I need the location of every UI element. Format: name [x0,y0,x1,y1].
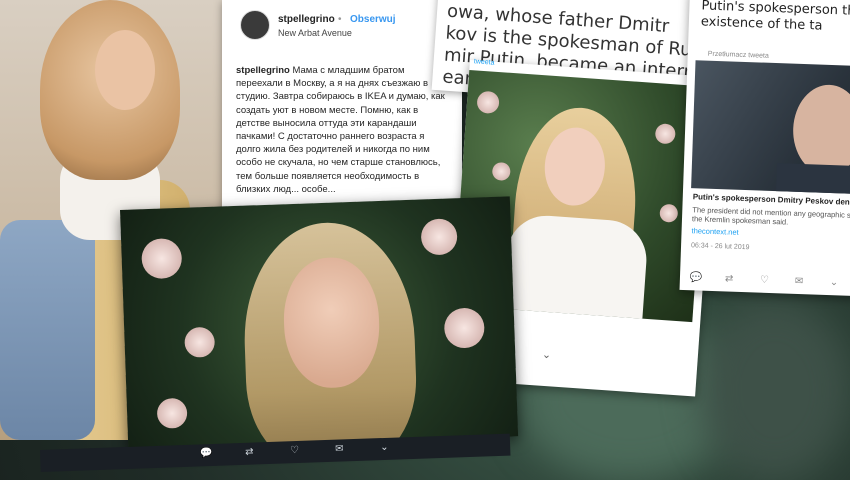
rose [420,218,458,256]
jeans [0,220,95,440]
message-icon[interactable]: ✉ [795,276,804,287]
caption-text: Мама с младшим братом переехали в Москву… [236,65,445,195]
message-icon[interactable]: ✉ [335,443,344,454]
chevron-down-icon[interactable]: ⌄ [541,349,551,362]
tweet-timestamp: 06:34 - 26 lut 2019 [690,242,750,252]
rose [654,123,677,145]
post-caption: stpellegrino Мама с младшим братом перее… [236,64,448,196]
card-photo[interactable] [691,60,850,195]
heart-icon[interactable]: ♡ [760,275,769,286]
follow-button[interactable]: Obserwuj [350,14,396,25]
avatar[interactable] [240,10,270,40]
suit [775,163,850,195]
rose [659,203,679,223]
card-source[interactable]: thecontext.net [691,226,738,237]
face [791,83,850,177]
reply-icon[interactable]: 💬 [690,272,703,283]
chevron-down-icon[interactable]: ⌄ [380,442,389,453]
rose [184,326,216,358]
tweet-news-card: Putin's spokesperson the existence of th… [679,0,850,297]
retweet-icon[interactable]: ⇄ [725,273,734,284]
rose [141,237,183,280]
tweet-actions: 💬 ⇄ ♡ ✉ ⌄ [680,272,850,288]
post-location[interactable]: New Arbat Avenue [278,28,352,38]
heart-icon[interactable]: ♡ [290,445,299,456]
rose [476,90,500,115]
chevron-down-icon[interactable]: ⌄ [830,277,839,288]
translate-link[interactable]: Przetłumacz tweeta [708,51,769,60]
face [95,30,155,110]
sweater [501,213,650,323]
card-description: The president did not mention any geogra… [691,205,850,227]
rose [491,161,511,182]
retweet-icon[interactable]: ⇄ [245,447,254,458]
tweet-label[interactable]: tweeta [474,58,495,66]
caption-username[interactable]: stpellegrino [236,65,290,76]
tweet-text: Putin's spokesperson the existence of th… [700,0,850,34]
rose [443,307,486,349]
rose [156,397,188,429]
background-blur [700,300,850,480]
separator: • [338,14,342,25]
post-username[interactable]: stpellegrino [278,14,335,25]
photo-woman-roses[interactable] [120,196,519,450]
reply-icon[interactable]: 💬 [200,448,213,459]
